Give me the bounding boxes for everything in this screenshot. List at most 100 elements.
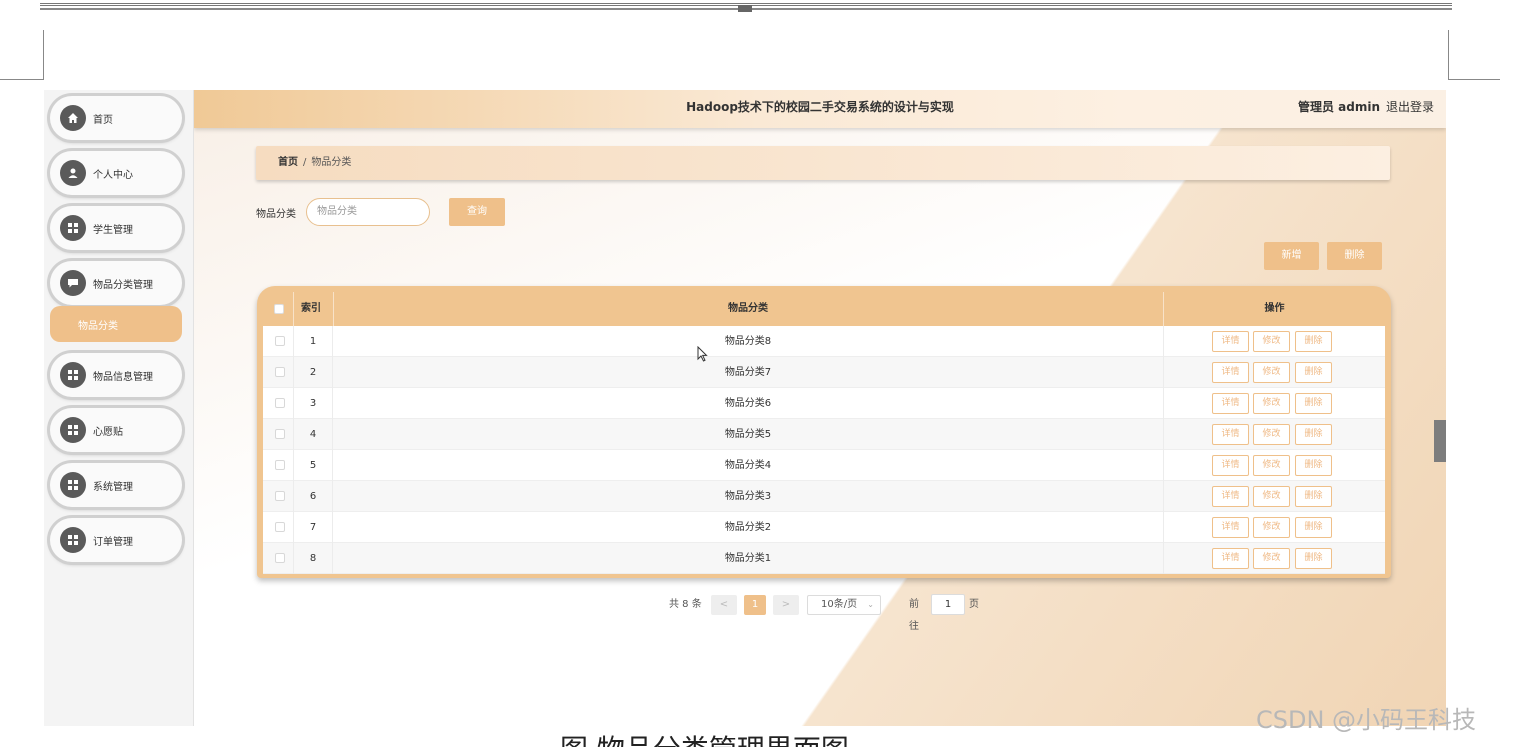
delete-button[interactable]: 删除 (1295, 362, 1332, 383)
select-all-checkbox[interactable] (274, 304, 284, 314)
delete-button[interactable]: 删除 (1295, 548, 1332, 569)
header-index: 索引 (301, 303, 321, 314)
detail-button[interactable]: 详情 (1212, 486, 1249, 507)
sidebar-item-label: 首页 (93, 114, 113, 126)
row-checkbox[interactable] (275, 522, 285, 532)
row-checkbox[interactable] (275, 429, 285, 439)
page-size-select[interactable]: 10条/页 ⌄ (807, 595, 881, 615)
row-index: 8 (293, 543, 333, 574)
query-button[interactable]: 查询 (449, 198, 505, 226)
document-scrollbar-thumb[interactable] (1434, 420, 1446, 462)
edit-button[interactable]: 修改 (1253, 548, 1290, 569)
crop-mark-left (0, 30, 44, 80)
main-content: Hadoop技术下的校园二手交易系统的设计与实现 管理员 admin 退出登录 … (194, 90, 1446, 726)
delete-button[interactable]: 删除 (1295, 331, 1332, 352)
sidebar-item-home[interactable]: 首页 (50, 96, 182, 140)
edit-button[interactable]: 修改 (1253, 517, 1290, 538)
sidebar-item-label: 系统管理 (93, 481, 133, 493)
header-category: 物品分类 (728, 303, 768, 314)
sidebar-item-order-management[interactable]: 订单管理 (50, 518, 182, 562)
figure-caption: 图 物品分类管理界面图 (560, 735, 849, 747)
grid-icon (60, 417, 86, 443)
detail-button[interactable]: 详情 (1212, 331, 1249, 352)
header-operation: 操作 (1163, 292, 1385, 326)
page-size-value: 10条/页 (821, 599, 858, 610)
row-category: 物品分类8 (724, 336, 772, 347)
row-checkbox[interactable] (275, 491, 285, 501)
sidebar-item-system-management[interactable]: 系统管理 (50, 463, 182, 507)
table-header: 索引 物品分类 操作 (263, 292, 1385, 326)
pagination-next-button[interactable]: > (773, 595, 799, 615)
row-checkbox[interactable] (275, 460, 285, 470)
document-page: 首页 个人中心 学生管理 物品分类管理 物品分类 物品信息管理 心愿贴 系统管理… (0, 0, 1519, 747)
delete-button[interactable]: 删除 (1295, 486, 1332, 507)
row-operations: 详情 修改 删除 (1163, 512, 1385, 543)
table-row: 2 物品分类7 详情 修改 删除 (263, 357, 1385, 388)
edit-button[interactable]: 修改 (1253, 424, 1290, 445)
document-rule-marker (738, 5, 752, 12)
pagination-prev-button[interactable]: < (711, 595, 737, 615)
watermark: CSDN @小码王科技 (1256, 706, 1477, 734)
sidebar-item-student-management[interactable]: 学生管理 (50, 206, 182, 250)
table-row: 4 物品分类5 详情 修改 删除 (263, 419, 1385, 450)
table-row: 1 物品分类8 详情 修改 删除 (263, 326, 1385, 357)
breadcrumb-current: 物品分类 (311, 157, 352, 168)
chat-icon (60, 270, 86, 296)
logout-link[interactable]: 退出登录 (1386, 90, 1434, 124)
detail-button[interactable]: 详情 (1212, 548, 1249, 569)
edit-button[interactable]: 修改 (1253, 362, 1290, 383)
admin-label: 管理员 admin (1297, 100, 1380, 114)
goto-label: 前往 (909, 599, 919, 632)
table-row: 6 物品分类3 详情 修改 删除 (263, 481, 1385, 512)
table-row: 7 物品分类2 详情 修改 删除 (263, 512, 1385, 543)
row-category: 物品分类5 (724, 429, 772, 440)
table-row: 5 物品分类4 详情 修改 删除 (263, 450, 1385, 481)
row-index: 2 (293, 357, 333, 388)
row-operations: 详情 修改 删除 (1163, 450, 1385, 481)
row-category: 物品分类6 (724, 398, 772, 409)
edit-button[interactable]: 修改 (1253, 455, 1290, 476)
goto-page-input[interactable]: 1 (931, 594, 965, 615)
sidebar-item-personal-center[interactable]: 个人中心 (50, 151, 182, 195)
edit-button[interactable]: 修改 (1253, 486, 1290, 507)
row-index: 7 (293, 512, 333, 543)
row-checkbox[interactable] (275, 367, 285, 377)
row-index: 5 (293, 450, 333, 481)
edit-button[interactable]: 修改 (1253, 331, 1290, 352)
edit-button[interactable]: 修改 (1253, 393, 1290, 414)
row-checkbox[interactable] (275, 553, 285, 563)
home-icon (60, 105, 86, 131)
detail-button[interactable]: 详情 (1212, 455, 1249, 476)
detail-button[interactable]: 详情 (1212, 393, 1249, 414)
breadcrumb-separator: / (303, 157, 307, 168)
sidebar-item-goods-info-management[interactable]: 物品信息管理 (50, 353, 182, 397)
sidebar-item-category-management[interactable]: 物品分类管理 (50, 261, 182, 305)
detail-button[interactable]: 详情 (1212, 362, 1249, 383)
row-operations: 详情 修改 删除 (1163, 419, 1385, 450)
row-category: 物品分类7 (724, 367, 772, 378)
pagination-current-page[interactable]: 1 (744, 595, 766, 615)
batch-delete-button[interactable]: 删除 (1327, 242, 1382, 270)
delete-button[interactable]: 删除 (1295, 455, 1332, 476)
sidebar-item-label: 心愿贴 (93, 426, 123, 438)
delete-button[interactable]: 删除 (1295, 393, 1332, 414)
row-checkbox[interactable] (275, 336, 285, 346)
sidebar-item-label: 物品分类管理 (93, 279, 153, 291)
delete-button[interactable]: 删除 (1295, 517, 1332, 538)
search-input[interactable]: 物品分类 (306, 198, 430, 226)
delete-button[interactable]: 删除 (1295, 424, 1332, 445)
grid-icon (60, 527, 86, 553)
detail-button[interactable]: 详情 (1212, 517, 1249, 538)
row-index: 3 (293, 388, 333, 419)
row-index: 4 (293, 419, 333, 450)
row-operations: 详情 修改 删除 (1163, 388, 1385, 419)
sidebar-subitem-category[interactable]: 物品分类 (50, 306, 182, 342)
pagination-total: 共 8 条 (669, 599, 702, 610)
breadcrumb-home[interactable]: 首页 (278, 157, 298, 168)
mouse-cursor-icon (697, 346, 708, 362)
sidebar-item-wish-post[interactable]: 心愿贴 (50, 408, 182, 452)
row-checkbox[interactable] (275, 398, 285, 408)
add-button[interactable]: 新增 (1264, 242, 1319, 270)
sidebar-item-label: 个人中心 (93, 169, 133, 181)
detail-button[interactable]: 详情 (1212, 424, 1249, 445)
